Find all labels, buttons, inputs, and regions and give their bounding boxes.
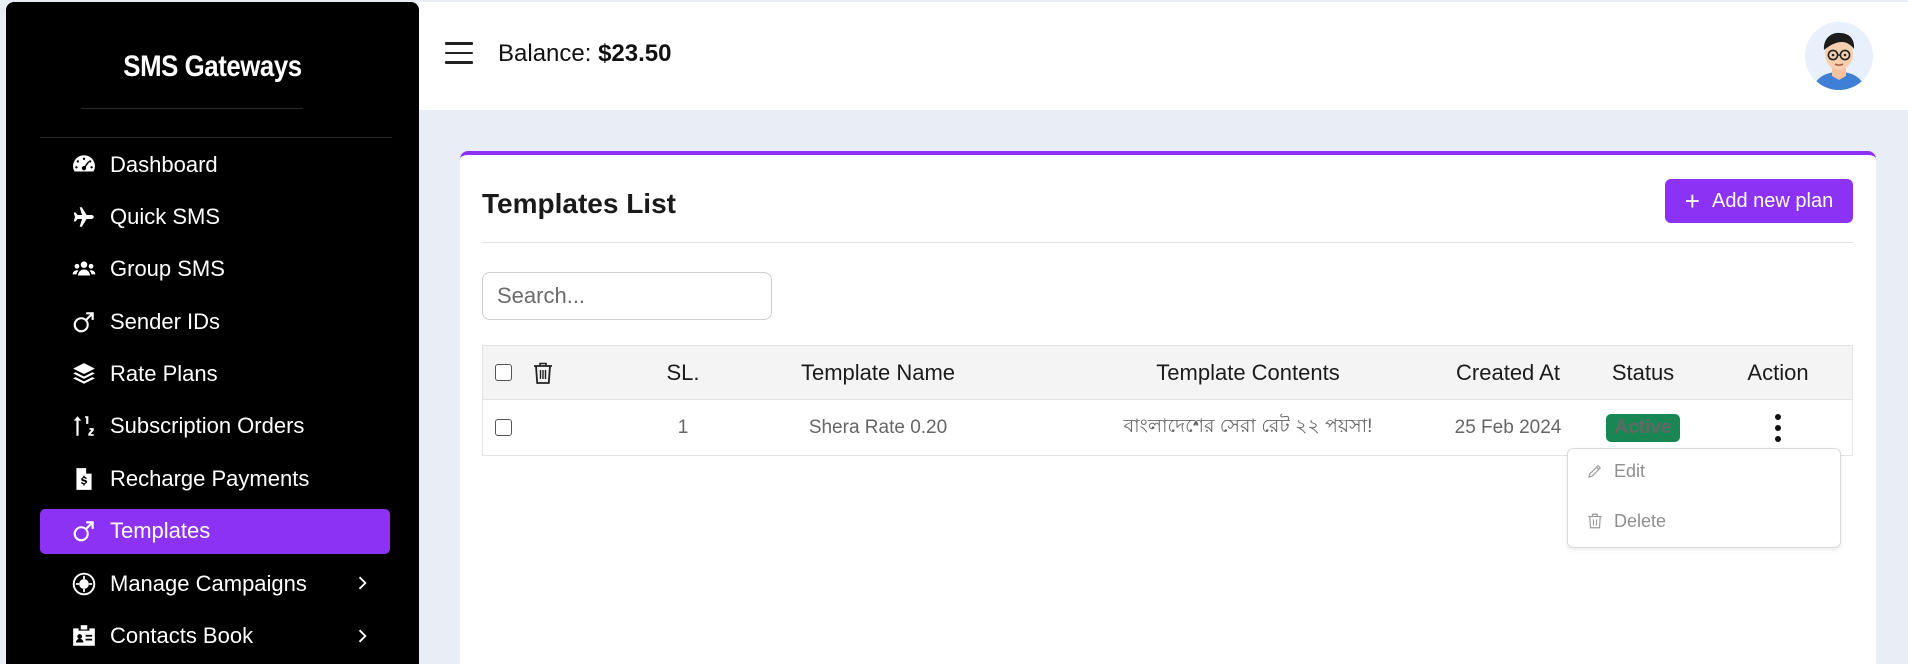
status-badge: Active: [1606, 413, 1680, 442]
balance-value: $23.50: [598, 40, 672, 67]
sidebar-item-label: Rate Plans: [110, 361, 218, 387]
column-header-status[interactable]: Status: [1583, 346, 1703, 399]
chevron-right-icon: [352, 573, 372, 593]
plane-icon: [70, 203, 98, 231]
add-new-plan-button[interactable]: + Add new plan: [1665, 179, 1853, 223]
row-created-at: 25 Feb 2024: [1454, 416, 1562, 438]
sidebar-item-sender-ids[interactable]: Sender IDs: [40, 299, 390, 344]
row-template-name: Shera Rate 0.20: [808, 416, 948, 438]
edit-menu-item[interactable]: Edit: [1586, 456, 1645, 486]
sidebar-item-label: Sender IDs: [110, 308, 221, 334]
sort-icon: [70, 412, 98, 440]
sidebar-item-label: Manage Campaigns: [110, 570, 307, 596]
row-action: [1708, 400, 1848, 455]
mars-icon: [70, 308, 98, 336]
sidebar-nav: Dashboard Quick SMS Group SMS Sender IDs…: [40, 142, 390, 664]
sidebar-item-label: Subscription Orders: [110, 413, 305, 439]
sidebar-item-rate-plans[interactable]: Rate Plans: [40, 352, 390, 397]
pencil-icon: [1588, 464, 1602, 478]
sidebar-item-label: Templates: [110, 518, 211, 544]
row-select-cell: [493, 400, 513, 455]
row-status: Active: [1583, 400, 1703, 455]
users-icon: [70, 255, 98, 283]
kebab-menu-icon[interactable]: [1773, 413, 1783, 442]
select-all-checkbox[interactable]: [494, 364, 512, 381]
edit-label: Edit: [1614, 460, 1646, 481]
sidebar-item-label: Recharge Payments: [110, 465, 310, 491]
brand-logo[interactable]: SMS Gateways: [35, 50, 390, 84]
page-title: Templates List: [482, 188, 676, 219]
search-input[interactable]: [482, 272, 772, 320]
sidebar-item-quick-sms[interactable]: Quick SMS: [40, 194, 390, 239]
row-action-menu: Edit Delete: [1567, 448, 1841, 548]
sidebar-item-contacts-book[interactable]: Contacts Book: [40, 614, 390, 659]
bulk-delete-icon[interactable]: [531, 346, 555, 399]
add-new-plan-label: Add new plan: [1711, 189, 1834, 212]
sidebar-item-templates[interactable]: Templates: [40, 508, 390, 554]
invoice-dollar-icon: [70, 465, 98, 493]
user-avatar[interactable]: [1805, 22, 1873, 90]
sidebar-item-label: Contacts Book: [110, 623, 254, 649]
column-header-template-contents[interactable]: Template Contents: [1048, 346, 1448, 399]
sidebar: SMS Gateways Dashboard Quick SMS Group S…: [6, 2, 419, 664]
topbar: Balance: $23.50: [419, 2, 1908, 110]
table-row: 1 Shera Rate 0.20 বাংলাদেশের সেরা রেট ২২…: [483, 400, 1852, 455]
campaign-icon: [70, 570, 98, 598]
title-divider: [482, 242, 1853, 243]
delete-label: Delete: [1614, 510, 1667, 531]
sidebar-item-manage-campaigns[interactable]: Manage Campaigns: [40, 561, 390, 606]
account-balance: Balance: $23.50: [498, 40, 671, 68]
brand-divider: [81, 108, 303, 109]
delete-menu-item[interactable]: Delete: [1586, 506, 1666, 536]
table-header: SL. Template Name Template Contents Crea…: [483, 346, 1852, 400]
column-header-action: Action: [1747, 359, 1809, 385]
column-header-created-at[interactable]: Created At: [1403, 346, 1613, 399]
templates-table: SL. Template Name Template Contents Crea…: [482, 345, 1853, 456]
plus-icon: +: [1684, 186, 1700, 216]
chevron-right-icon: [352, 626, 372, 646]
id-badge-icon: [70, 622, 98, 650]
column-header-template-name[interactable]: Template Name: [723, 346, 1033, 399]
trash-icon: [1588, 513, 1602, 529]
templates-card: Templates List + Add new plan SL. Templa…: [460, 151, 1876, 664]
layers-icon: [70, 360, 98, 388]
sidebar-item-label: Group SMS: [110, 256, 225, 282]
row-checkbox[interactable]: [494, 419, 512, 436]
select-all-cell: [493, 346, 513, 399]
row-template-contents: বাংলাদেশের সেরা রেট ২২ পয়সা!: [1123, 415, 1373, 437]
mars-icon: [70, 517, 98, 545]
sidebar-item-recharge-payments[interactable]: Recharge Payments: [40, 456, 390, 501]
brand-divider-lower: [40, 137, 392, 138]
sidebar-item-subscription-orders[interactable]: Subscription Orders: [40, 404, 390, 449]
sidebar-item-label: Dashboard: [110, 151, 218, 177]
sidebar-item-label: Quick SMS: [110, 203, 221, 229]
sidebar-item-dashboard[interactable]: Dashboard: [40, 142, 390, 187]
dashboard-icon: [70, 151, 98, 179]
menu-toggle-icon[interactable]: [445, 42, 473, 66]
sidebar-item-group-sms[interactable]: Group SMS: [40, 247, 390, 292]
balance-label: Balance:: [498, 40, 592, 67]
